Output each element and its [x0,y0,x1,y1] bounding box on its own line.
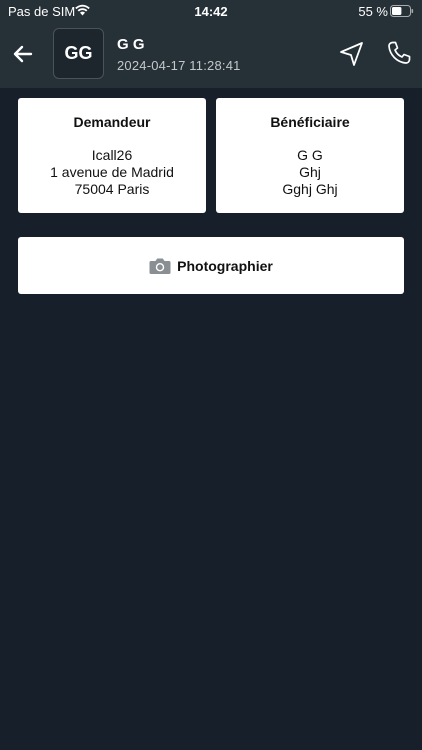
phone-icon [388,41,411,64]
beneficiary-name: G G [297,147,323,163]
requester-street: 1 avenue de Madrid [50,164,174,180]
beneficiary-heading: Bénéficiaire [270,114,350,130]
requester-city: 75004 Paris [74,181,150,197]
arrow-left-icon [13,45,33,63]
beneficiary-city: Gghj Ghj [282,181,338,197]
requester-card: Demandeur Icall26 1 avenue de Madrid 750… [18,98,206,213]
battery-icon [390,5,414,20]
requester-heading: Demandeur [73,114,151,130]
camera-icon [149,258,171,274]
photograph-button[interactable]: Photographier [18,237,404,294]
call-button[interactable] [385,39,413,67]
page-title: G G [117,36,145,53]
navigate-button[interactable] [338,40,366,68]
battery-percent: 55 % [358,4,388,19]
beneficiary-card: Bénéficiaire G G Ghj Gghj Ghj [216,98,404,213]
header: GG G G 2024-04-17 11:28:41 [0,22,422,88]
beneficiary-street: Ghj [299,164,321,180]
back-button[interactable] [10,41,36,67]
avatar: GG [53,28,104,79]
navigation-arrow-icon [340,42,363,66]
photograph-label: Photographier [177,257,273,274]
timestamp: 2024-04-17 11:28:41 [117,58,241,73]
status-bar: Pas de SIM 14:42 55 % [0,0,422,22]
requester-name: Icall26 [91,147,133,163]
